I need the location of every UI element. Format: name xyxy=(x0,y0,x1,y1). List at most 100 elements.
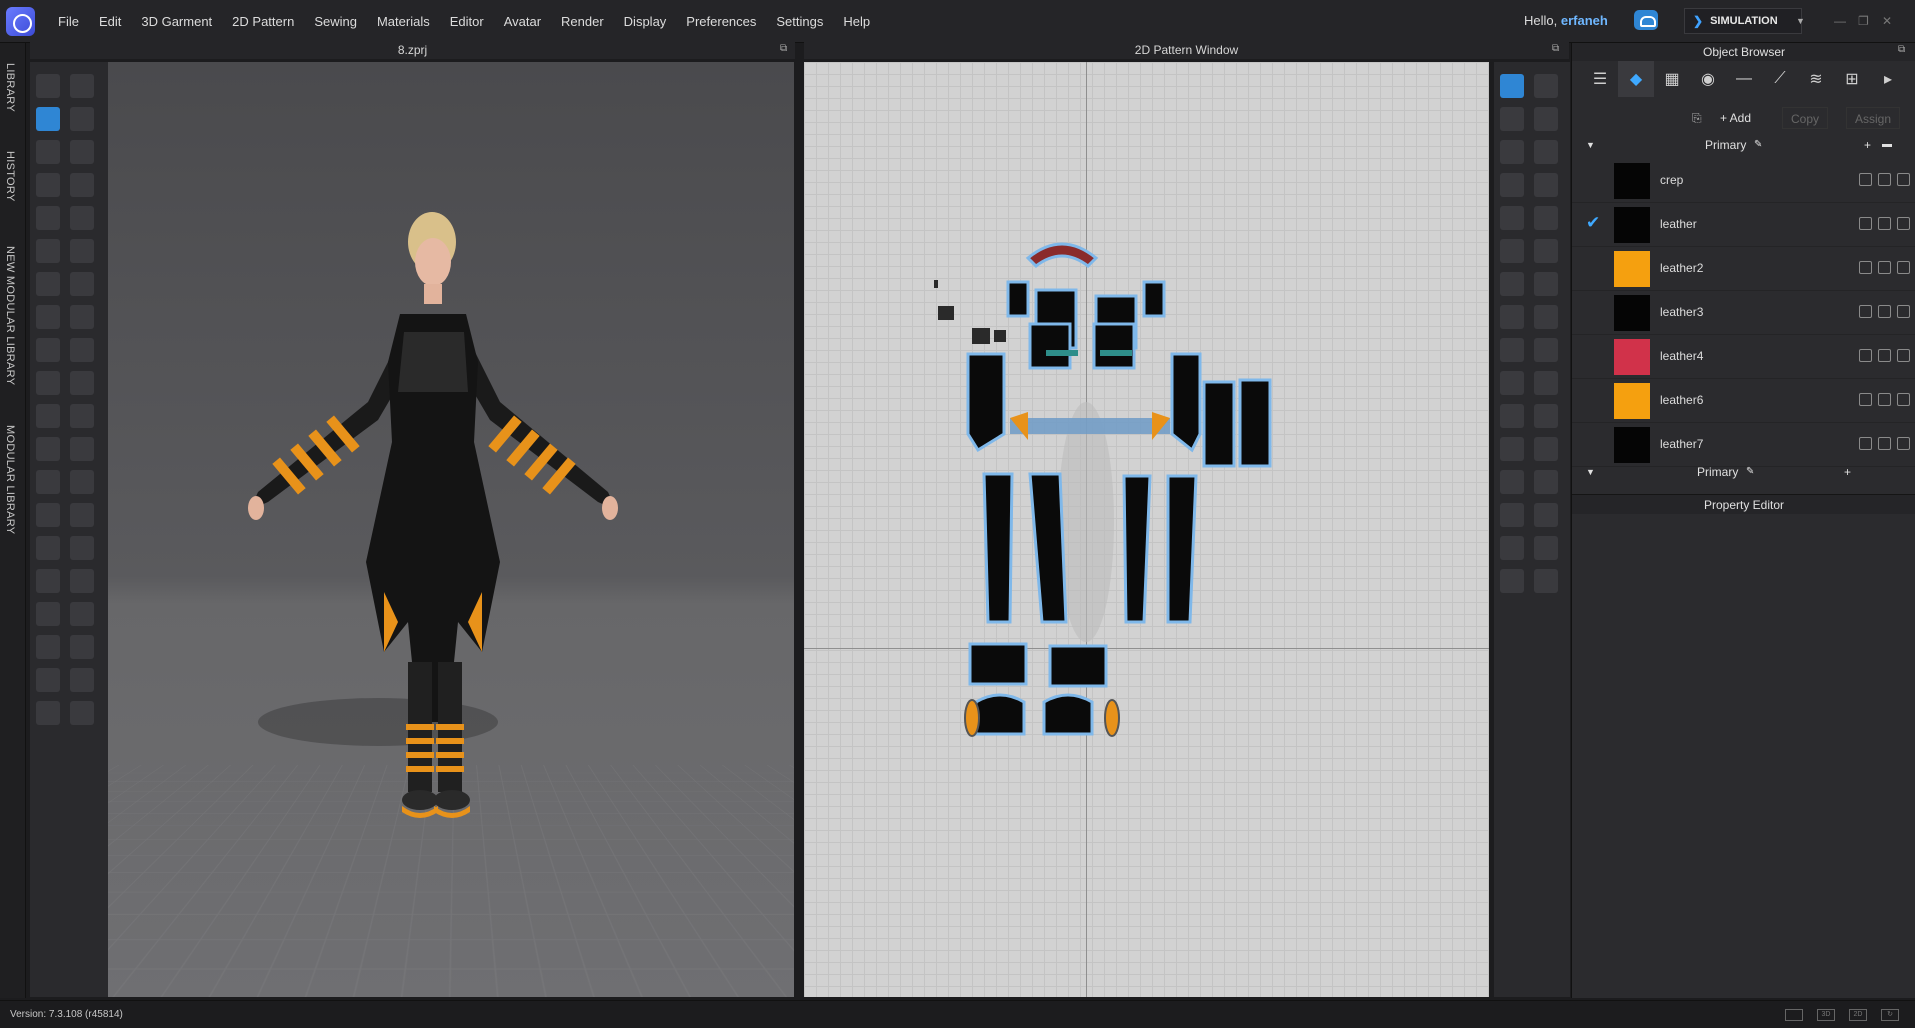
2d-tool-18-icon[interactable] xyxy=(1534,107,1558,131)
object-browser-popout-icon[interactable]: ⧉ xyxy=(1898,44,1905,55)
delete-icon[interactable] xyxy=(1897,393,1910,406)
maximize-icon[interactable]: ❐ xyxy=(1858,14,1869,28)
select-icon[interactable] xyxy=(1859,437,1872,450)
app-logo-icon[interactable] xyxy=(6,7,35,36)
2d-tool-22-icon[interactable] xyxy=(1534,239,1558,263)
menu-item-preferences[interactable]: Preferences xyxy=(676,14,766,29)
3d-tool-30-icon[interactable] xyxy=(70,371,94,395)
menu-item-help[interactable]: Help xyxy=(833,14,880,29)
3d-tool-36-icon[interactable] xyxy=(70,569,94,593)
close-icon[interactable]: ✕ xyxy=(1882,14,1892,28)
add-group-icon-bottom[interactable]: + xyxy=(1844,462,1851,482)
menu-item-file[interactable]: File xyxy=(48,14,89,29)
2d-tool-23-icon[interactable] xyxy=(1534,272,1558,296)
duplicate-icon[interactable] xyxy=(1878,349,1891,362)
select-icon[interactable] xyxy=(1859,217,1872,230)
material-swatch[interactable] xyxy=(1614,163,1650,199)
delete-icon[interactable] xyxy=(1897,437,1910,450)
delete-icon[interactable] xyxy=(1897,217,1910,230)
menu-item-2d-pattern[interactable]: 2D Pattern xyxy=(222,14,304,29)
import-icon[interactable]: ⎘ xyxy=(1684,107,1710,129)
3d-viewport[interactable] xyxy=(108,62,794,997)
2d-tool-21-icon[interactable] xyxy=(1534,206,1558,230)
2d-tool-29-icon[interactable] xyxy=(1534,470,1558,494)
material-row-leather2[interactable]: leather2 xyxy=(1572,247,1915,291)
folder-icon[interactable]: ▬ xyxy=(1882,135,1892,155)
2d-tool-24-icon[interactable] xyxy=(1534,305,1558,329)
3d-tool-34-icon[interactable] xyxy=(70,503,94,527)
3d-tool-19-icon[interactable] xyxy=(36,668,60,692)
primary-group-header-bottom[interactable]: ▼ Primary ✎ + xyxy=(1572,462,1915,482)
select-icon[interactable] xyxy=(1859,305,1872,318)
2d-tool-25-icon[interactable] xyxy=(1534,338,1558,362)
duplicate-icon[interactable] xyxy=(1878,305,1891,318)
2d-tool-27-icon[interactable] xyxy=(1534,404,1558,428)
menu-item-3d-garment[interactable]: 3D Garment xyxy=(131,14,222,29)
username[interactable]: erfaneh xyxy=(1561,13,1608,28)
menu-item-edit[interactable]: Edit xyxy=(89,14,131,29)
2d-view-icon[interactable]: 2D xyxy=(1849,1009,1867,1021)
3d-tool-15-icon[interactable] xyxy=(36,536,60,560)
duplicate-icon[interactable] xyxy=(1878,393,1891,406)
3d-tool-13-icon[interactable] xyxy=(36,470,60,494)
2d-tool-15-icon[interactable] xyxy=(1500,536,1524,560)
puckering-icon[interactable]: ≋ xyxy=(1798,61,1834,97)
2d-tool-1-icon[interactable] xyxy=(1500,74,1524,98)
menu-item-display[interactable]: Display xyxy=(614,14,677,29)
collapse-icon-bottom[interactable]: ▼ xyxy=(1586,462,1595,482)
minimize-icon[interactable]: — xyxy=(1834,14,1846,28)
add-group-icon[interactable]: + xyxy=(1864,135,1871,155)
3d-tool-5-icon[interactable] xyxy=(36,206,60,230)
3d-view-icon[interactable]: 3D xyxy=(1817,1009,1835,1021)
menu-item-avatar[interactable]: Avatar xyxy=(494,14,551,29)
3d-tool-35-icon[interactable] xyxy=(70,536,94,560)
popout-icon[interactable]: ⧉ xyxy=(780,43,787,54)
3d-tool-38-icon[interactable] xyxy=(70,635,94,659)
topstitch-icon[interactable]: ⟋ xyxy=(1762,61,1798,97)
duplicate-icon[interactable] xyxy=(1878,437,1891,450)
2d-tool-17-icon[interactable] xyxy=(1534,74,1558,98)
2d-tool-7-icon[interactable] xyxy=(1500,272,1524,296)
3d-tool-39-icon[interactable] xyxy=(70,668,94,692)
edit-icon[interactable]: ✎ xyxy=(1754,135,1762,155)
cloud-icon[interactable] xyxy=(1634,10,1658,30)
duplicate-icon[interactable] xyxy=(1878,173,1891,186)
material-swatch[interactable] xyxy=(1614,339,1650,375)
assign-button[interactable]: Assign xyxy=(1846,107,1901,129)
2d-tool-14-icon[interactable] xyxy=(1500,503,1524,527)
2d-tool-10-icon[interactable] xyxy=(1500,371,1524,395)
3d-tool-31-icon[interactable] xyxy=(70,404,94,428)
3d-tool-32-icon[interactable] xyxy=(70,437,94,461)
menu-item-render[interactable]: Render xyxy=(551,14,614,29)
copy-button[interactable]: Copy xyxy=(1782,107,1829,129)
3d-tool-27-icon[interactable] xyxy=(70,272,94,296)
duplicate-icon[interactable] xyxy=(1878,261,1891,274)
delete-icon[interactable] xyxy=(1897,261,1910,274)
2d-tool-12-icon[interactable] xyxy=(1500,437,1524,461)
2d-tool-13-icon[interactable] xyxy=(1500,470,1524,494)
menu-item-sewing[interactable]: Sewing xyxy=(304,14,367,29)
material-row-crep[interactable]: crep xyxy=(1572,159,1915,203)
3d-tool-16-icon[interactable] xyxy=(36,569,60,593)
select-icon[interactable] xyxy=(1859,261,1872,274)
2d-pattern-canvas[interactable] xyxy=(804,62,1489,997)
3d-tool-3-icon[interactable] xyxy=(36,140,60,164)
delete-icon[interactable] xyxy=(1897,305,1910,318)
menu-item-settings[interactable]: Settings xyxy=(766,14,833,29)
edit-icon-bottom[interactable]: ✎ xyxy=(1746,462,1754,482)
3d-tool-26-icon[interactable] xyxy=(70,239,94,263)
2d-tool-20-icon[interactable] xyxy=(1534,173,1558,197)
material-row-leather3[interactable]: leather3 xyxy=(1572,291,1915,335)
3d-tool-40-icon[interactable] xyxy=(70,701,94,725)
menu-item-editor[interactable]: Editor xyxy=(440,14,494,29)
zipper-icon[interactable]: ⊞ xyxy=(1834,61,1870,97)
3d-tool-21-icon[interactable] xyxy=(70,74,94,98)
3d-tool-12-icon[interactable] xyxy=(36,437,60,461)
material-swatch[interactable] xyxy=(1614,207,1650,243)
3d-tool-8-icon[interactable] xyxy=(36,305,60,329)
tab-modular-library[interactable]: MODULAR LIBRARY xyxy=(4,425,16,534)
3d-tool-6-icon[interactable] xyxy=(36,239,60,263)
select-icon[interactable] xyxy=(1859,173,1872,186)
material-row-leather7[interactable]: leather7 xyxy=(1572,423,1915,467)
3d-tool-29-icon[interactable] xyxy=(70,338,94,362)
